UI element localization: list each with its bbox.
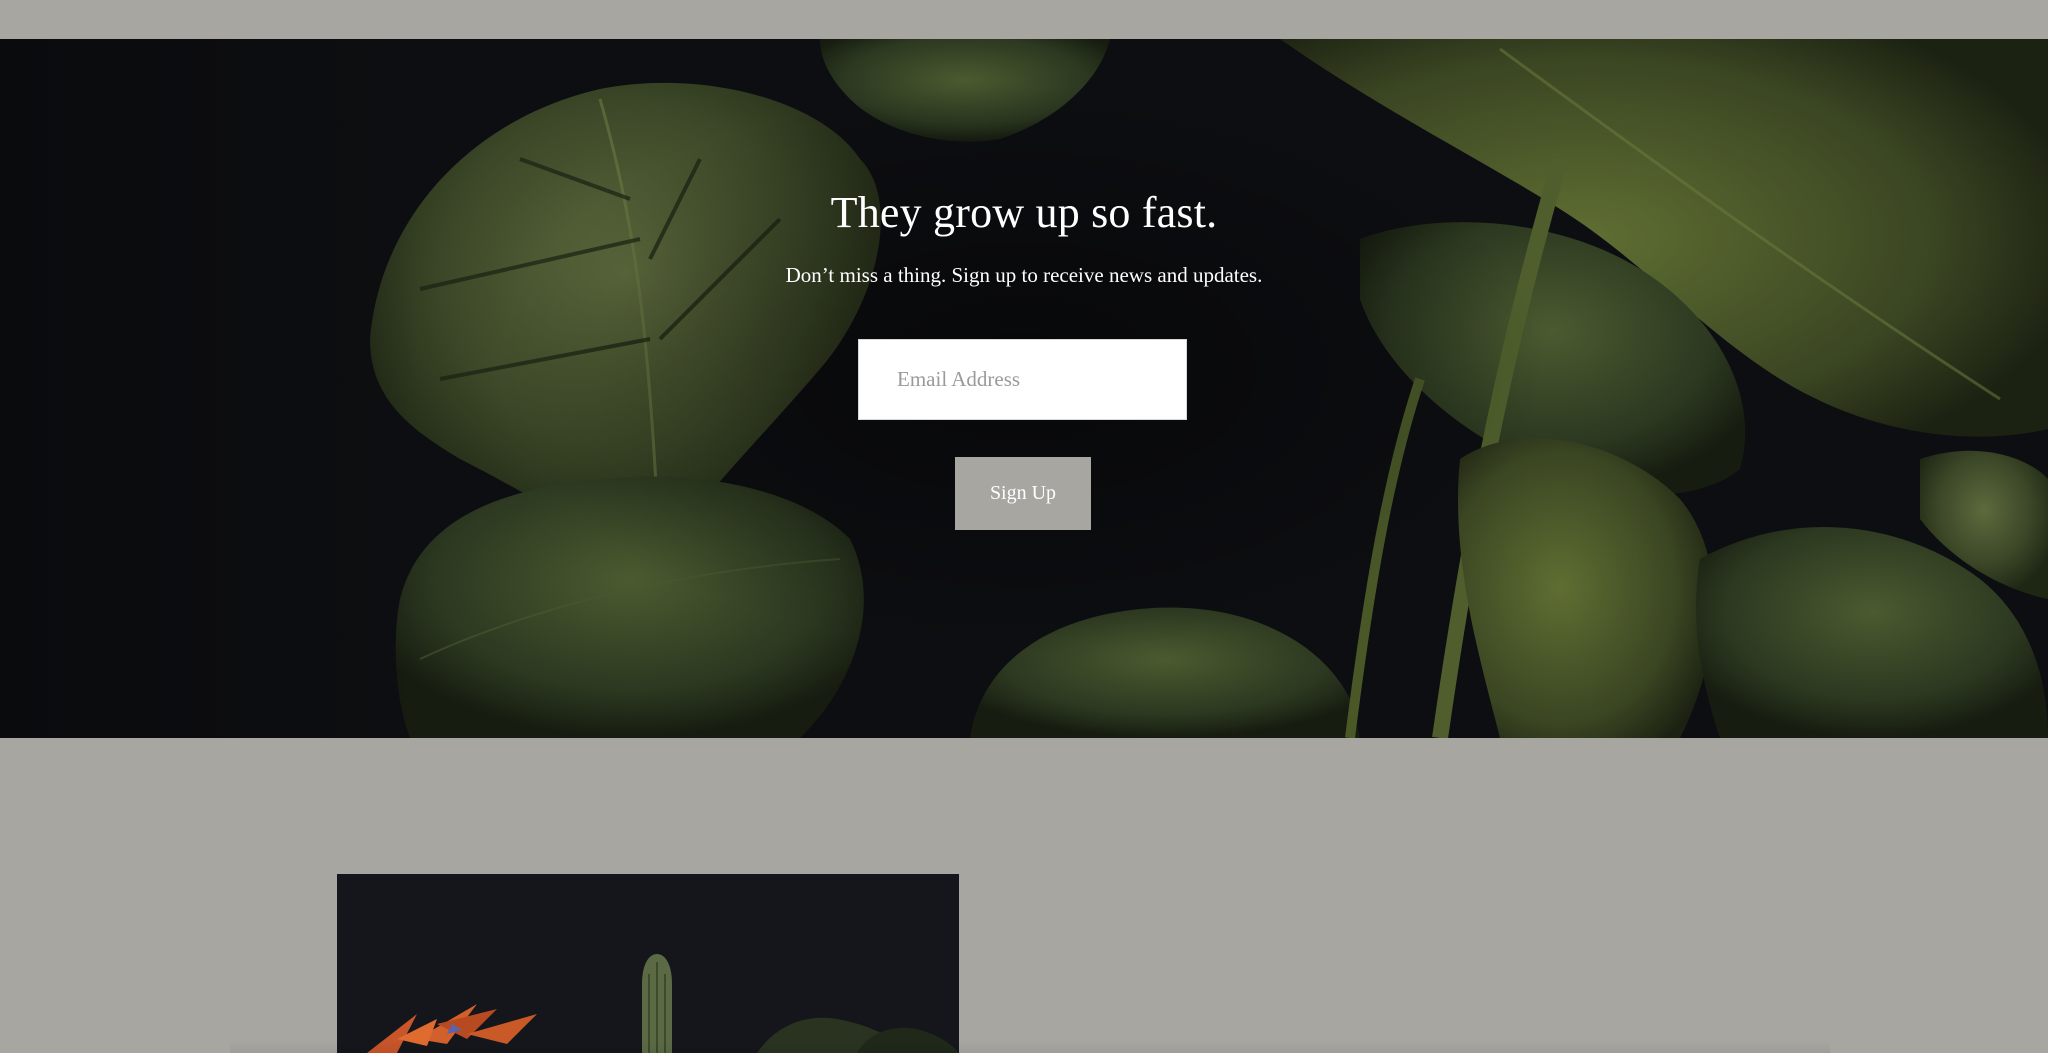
email-address-input[interactable] — [858, 339, 1187, 420]
potted-plants-photo — [337, 874, 959, 1053]
newsletter-form: They grow up so fast. Don’t miss a thing… — [0, 39, 2048, 738]
newsletter-hero-section: They grow up so fast. Don’t miss a thing… — [0, 39, 2048, 738]
newsletter-title: They grow up so fast. — [830, 188, 1218, 237]
sign-up-button[interactable]: Sign Up — [955, 457, 1091, 530]
newsletter-subtitle: Don’t miss a thing. Sign up to receive n… — [785, 263, 1263, 287]
plants-product-image — [337, 874, 959, 1053]
page: They grow up so fast. Don’t miss a thing… — [0, 0, 2048, 1053]
